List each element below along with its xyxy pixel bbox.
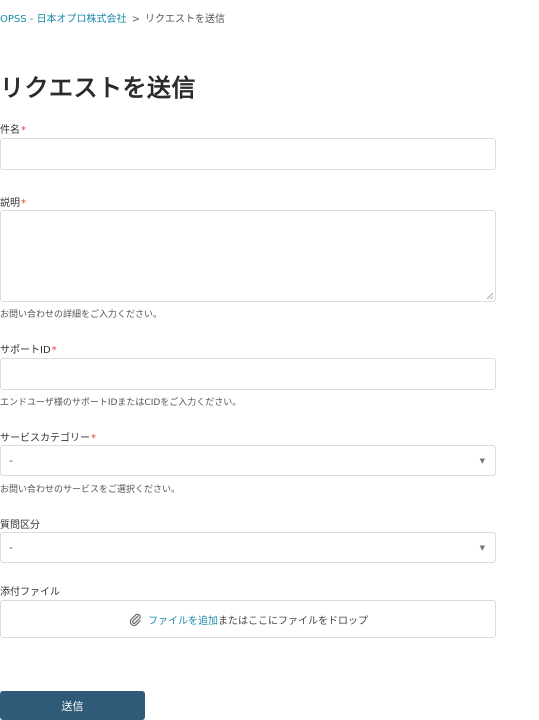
service-category-label: サービスカテゴリー* <box>0 429 96 444</box>
attachment-label: 添付ファイル <box>0 583 60 598</box>
breadcrumb-home-link[interactable]: OPSS - 日本オプロ株式会社 <box>0 14 127 25</box>
attachment-label-text: 添付ファイル <box>0 587 60 598</box>
support-id-label: サポートID* <box>0 341 57 356</box>
support-id-input[interactable] <box>0 358 496 390</box>
description-textarea[interactable] <box>0 210 496 302</box>
subject-input[interactable] <box>0 138 496 170</box>
description-label-text: 説明 <box>0 198 20 209</box>
required-mark: * <box>51 345 57 356</box>
required-mark: * <box>91 433 96 444</box>
support-id-hint: エンドユーザ様のサポートIDまたはCIDをご入力ください。 <box>0 398 242 408</box>
description-hint: お問い合わせの詳細をご入力ください。 <box>0 310 163 320</box>
subject-label-text: 件名 <box>0 125 20 136</box>
breadcrumb: OPSS - 日本オプロ株式会社 > リクエストを送信 <box>0 10 225 25</box>
resize-grip-icon[interactable] <box>487 293 493 299</box>
question-type-label-text: 質問区分 <box>0 520 40 531</box>
question-type-select[interactable]: - ▼ <box>0 532 496 563</box>
breadcrumb-current: リクエストを送信 <box>144 14 225 25</box>
paperclip-icon <box>129 613 141 626</box>
chevron-down-icon: ▼ <box>479 543 485 552</box>
description-label: 説明* <box>0 194 26 209</box>
description-wrapper <box>0 210 496 302</box>
file-dropzone[interactable]: ファイルを追加 またはここにファイルをドロップ <box>0 600 496 638</box>
drop-text: またはここにファイルをドロップ <box>218 615 368 627</box>
required-mark: * <box>21 198 26 209</box>
service-category-selected: - <box>9 454 13 467</box>
subject-label: 件名* <box>0 121 26 136</box>
service-category-label-text: サービスカテゴリー <box>0 433 90 444</box>
submit-button[interactable]: 送信 <box>0 691 145 720</box>
question-type-label: 質問区分 <box>0 516 40 531</box>
add-file-link[interactable]: ファイルを追加 <box>148 612 218 627</box>
required-mark: * <box>21 125 26 136</box>
page-title: リクエストを送信 <box>0 74 196 102</box>
support-id-label-text: サポートID <box>0 345 51 356</box>
question-type-selected: - <box>9 541 13 554</box>
service-category-select[interactable]: - ▼ <box>0 445 496 476</box>
chevron-down-icon: ▼ <box>479 456 485 465</box>
service-category-hint: お問い合わせのサービスをご選択ください。 <box>0 485 181 495</box>
breadcrumb-separator: > <box>131 14 140 25</box>
